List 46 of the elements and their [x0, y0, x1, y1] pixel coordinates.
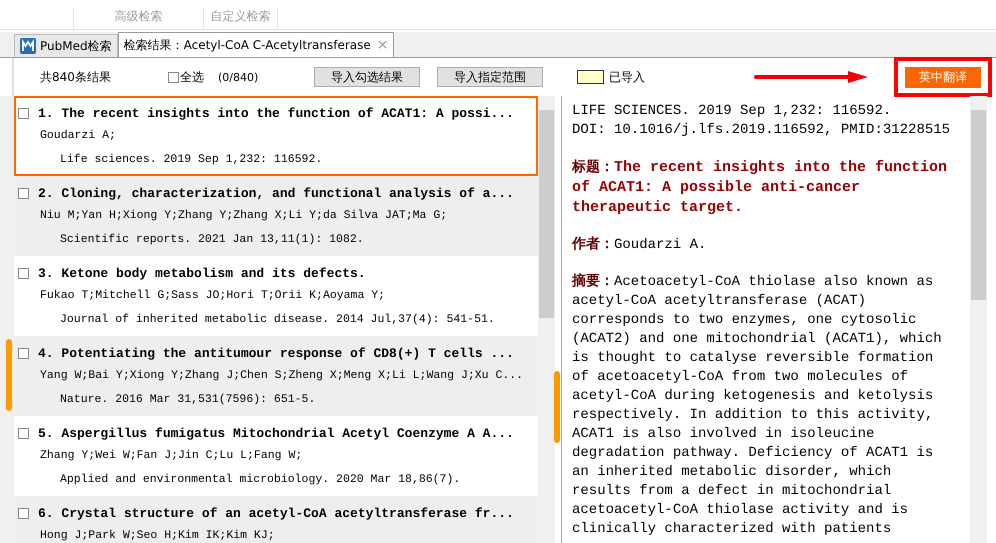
checkbox[interactable] [18, 428, 29, 438]
scroll-marker [554, 371, 560, 443]
result-authors: Niu M;Yan H;Xiong Y;Zhang Y;Zhang X;Li Y;da Silva JAT;Ma G; [39, 208, 448, 224]
checkbox[interactable] [18, 508, 29, 518]
article-title: 标题：The recent insights into the function of ACAT1: A possible anti-cancer therapeutic target. [572, 158, 948, 218]
result-authors: Fukao T;Mitchell G;Sass JO;Hori T;Orii K;Aoyama Y; [39, 288, 386, 304]
result-journal: Journal of inherited metabolic disease. 2014 Jul,37(4): 541-51. [59, 312, 496, 328]
result-journal: Applied and environmental microbiology. 2020 Mar 18,86(7). [59, 472, 462, 488]
result-journal: Scientific reports. 2021 Jan 13,11(1): 1082. [59, 232, 365, 248]
legend-label: 已导入 [609, 68, 645, 86]
scrollbar[interactable] [538, 96, 555, 543]
checkbox[interactable] [18, 188, 29, 198]
article-abstract: 摘要：Acetoacetyl-CoA thiolase also known as acetyl-CoA acetyltransferase (ACAT) corresponds to two enzymes, one cytosolic (ACAT2) and one mitochondrial (ACAT1), which is thought to catalyse reversible formation of acetoacetyl-CoA from two molecules of acetyl-CoA during ketogenesis and ketolysis respectively. In addition to this activity, ACAT1 is also involved in isoleucine degradation pathway. Deficiency of ACAT1 is an inherited metabolic disorder, which results from a defect in mitochondrial acetoacetyl-CoA thiolase activity and is clinically characterized with patients [572, 273, 943, 539]
result-title: 5. Aspergillus fumigatus Mitochondrial Acetyl Coenzyme A A... [38, 426, 514, 440]
result-authors: Goudarzi A; [39, 128, 117, 144]
result-title: 1. The recent insights into the function of ACAT1: A possi... [38, 106, 514, 120]
import-button[interactable]: 导入指定范围 [437, 67, 543, 87]
checkbox[interactable] [18, 108, 29, 118]
result-journal: Life sciences. 2019 Sep 1,232: 116592. [59, 152, 324, 168]
result-authors: Yang W;Bai Y;Xiong Y;Zhang J;Chen S;Zheng X;Meng X;Li L;Wang J;Xu C... [39, 368, 524, 384]
checkbox[interactable] [18, 348, 29, 358]
document-tab[interactable]: 检索结果：Acetyl-CoA C-Acetyltransferase × [118, 32, 394, 57]
logo-icon [20, 38, 36, 54]
result-title: 2. Cloning, characterization, and functional analysis of a... [38, 186, 514, 200]
article-authors: 作者：Goudarzi A. [572, 236, 708, 255]
result-item[interactable]: 5. Aspergillus fumigatus Mitochondrial Acetyl Coenzyme A A... Zhang Y;Wei W;Fan J;Jin C;Lu L;Fang W; Applied and environmental microbiology. 2020 Mar 18,86(7). [14, 416, 538, 496]
selection-count: (0/840) [218, 70, 260, 84]
result-count: 共840条结果 [40, 68, 112, 86]
checkbox[interactable] [18, 268, 29, 278]
scrollbar-thumb[interactable] [971, 110, 986, 300]
citation: LIFE SCIENCES. 2019 Sep 1,232: 116592. [572, 102, 892, 121]
result-item[interactable]: 3. Ketone body metabolism and its defects. Fukao T;Mitchell G;Sass JO;Hori T;Orii K;Aoyama Y; Journal of inherited metabolic disease. 2014 Jul,37(4): 541-51. [14, 256, 538, 336]
result-journal: Nature. 2016 Mar 31,531(7596): 651-5. [59, 392, 316, 408]
result-title: 6. Crystal structure of an acetyl-CoA acetyltransferase fr... [38, 506, 514, 520]
document-tab[interactable]: PubMed检索 [14, 34, 118, 57]
scrollbar[interactable] [970, 96, 987, 543]
result-authors: Zhang Y;Wei W;Fan J;Jin C;Lu L;Fang W; [39, 448, 304, 464]
scrollbar-thumb[interactable] [539, 110, 554, 318]
select-all-checkbox[interactable]: 全选 [168, 68, 204, 86]
result-authors: Hong J;Park W;Seo H;Kim IK;Kim KJ; [39, 528, 276, 543]
result-item[interactable]: 1. The recent insights into the function of ACAT1: A possi... Goudarzi A; Life sciences. 2019 Sep 1,232: 116592. [14, 96, 538, 176]
doi-text: DOI: 10.1016/j.lfs.2019.116592, PMID:31228515 [572, 121, 952, 140]
import-button[interactable]: 导入勾选结果 [314, 67, 420, 87]
result-title: 3. Ketone body metabolism and its defects. [38, 266, 366, 280]
scroll-marker [6, 339, 12, 411]
result-title: 4. Potentiating the antitumour response of CD8(+) T cells ... [38, 346, 514, 360]
